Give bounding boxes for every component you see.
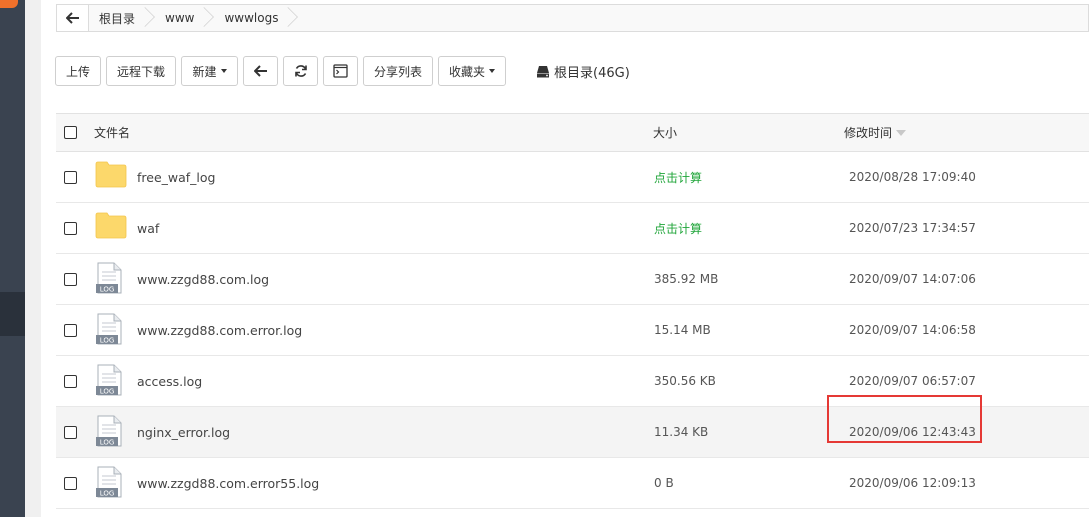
- breadcrumb-item-www[interactable]: www: [151, 5, 215, 31]
- refresh-icon: [294, 65, 307, 77]
- favorites-button-label: 收藏夹: [448, 64, 485, 79]
- header-filename[interactable]: 文件名: [94, 124, 130, 141]
- header-size[interactable]: 大小: [653, 124, 677, 141]
- favorites-dropdown-button[interactable]: 收藏夹: [438, 56, 506, 86]
- notification-badge[interactable]: [0, 0, 18, 8]
- disk-info-label: 根目录(46G): [554, 65, 630, 81]
- table-row[interactable]: waf 点击计算 2020/07/23 17:34:57: [56, 203, 1089, 254]
- file-size: 15.14 MB: [654, 323, 711, 337]
- breadcrumb-label: wwwlogs: [224, 11, 279, 25]
- breadcrumb: 根目录 www wwwlogs: [56, 4, 1089, 32]
- log-icon-label: LOG: [100, 490, 115, 498]
- log-file-icon: LOG: [96, 262, 122, 294]
- share-list-button[interactable]: 分享列表: [363, 56, 433, 86]
- log-file-icon: LOG: [96, 415, 122, 447]
- back-button[interactable]: [243, 56, 278, 86]
- log-icon-label: LOG: [100, 439, 115, 447]
- share-list-button-label: 分享列表: [373, 64, 422, 79]
- remote-download-button-label: 远程下载: [116, 64, 165, 79]
- breadcrumb-label: 根目录: [99, 11, 136, 26]
- row-checkbox[interactable]: [64, 323, 77, 337]
- left-sidebar: [0, 0, 25, 517]
- log-file-icon: LOG: [96, 364, 122, 396]
- caret-down-icon: [489, 69, 495, 73]
- table-row[interactable]: LOG www.zzgd88.com.error55.log 0 B 2020/…: [56, 458, 1089, 509]
- file-name[interactable]: nginx_error.log: [137, 425, 230, 440]
- log-icon-label: LOG: [100, 337, 115, 345]
- terminal-button[interactable]: [323, 56, 358, 86]
- new-button-label: 新建: [192, 64, 217, 79]
- table-header: 文件名 大小 修改时间: [56, 114, 1089, 152]
- modified-time: 2020/09/07 14:07:06: [849, 272, 976, 286]
- toolbar: 上传 远程下载 新建 分享列表 收藏夹 根目录(46G): [55, 56, 630, 86]
- file-name[interactable]: free_waf_log: [137, 170, 216, 185]
- calc-size-link[interactable]: 点击计算: [654, 169, 702, 186]
- terminal-icon: [333, 64, 348, 78]
- caret-down-icon: [220, 69, 227, 73]
- file-size: 0 B: [654, 476, 674, 490]
- calc-size-link[interactable]: 点击计算: [654, 220, 702, 237]
- remote-download-button[interactable]: 远程下载: [106, 56, 176, 86]
- highlight-annotation-box: [827, 395, 982, 443]
- log-file-icon: LOG: [96, 466, 122, 498]
- disk-info[interactable]: 根目录(46G): [536, 62, 630, 81]
- file-size: 385.92 MB: [654, 272, 719, 286]
- sidebar-active-item[interactable]: [0, 292, 25, 336]
- file-name[interactable]: www.zzgd88.com.error.log: [137, 323, 302, 338]
- upload-button[interactable]: 上传: [55, 56, 101, 86]
- arrow-left-icon: [65, 12, 79, 24]
- log-file-icon: LOG: [96, 313, 122, 345]
- file-size: 11.34 KB: [654, 425, 709, 439]
- breadcrumb-back-button[interactable]: [57, 5, 89, 31]
- breadcrumb-item-root[interactable]: 根目录: [89, 5, 155, 31]
- folder-icon: [95, 212, 127, 239]
- table-row[interactable]: LOG www.zzgd88.com.log 385.92 MB 2020/09…: [56, 254, 1089, 305]
- row-checkbox[interactable]: [64, 221, 77, 235]
- hard-drive-icon: [537, 65, 549, 77]
- row-checkbox[interactable]: [64, 272, 77, 286]
- upload-button-label: 上传: [65, 64, 90, 79]
- log-icon-label: LOG: [100, 286, 115, 294]
- row-checkbox[interactable]: [64, 374, 77, 388]
- modified-time: 2020/09/07 06:57:07: [849, 374, 976, 388]
- sort-caret-icon: [896, 129, 907, 136]
- folder-icon: [95, 161, 127, 188]
- table-row[interactable]: LOG www.zzgd88.com.error.log 15.14 MB 20…: [56, 305, 1089, 356]
- modified-time: 2020/09/06 12:09:13: [849, 476, 976, 490]
- file-name[interactable]: www.zzgd88.com.log: [137, 272, 269, 287]
- modified-time: 2020/07/23 17:34:57: [849, 221, 976, 235]
- new-dropdown-button[interactable]: 新建: [181, 56, 238, 86]
- file-name[interactable]: www.zzgd88.com.error55.log: [137, 476, 319, 491]
- modified-time: 2020/09/07 14:06:58: [849, 323, 976, 337]
- arrow-left-icon: [253, 65, 267, 77]
- header-modified-label: 修改时间: [844, 126, 893, 140]
- table-row[interactable]: free_waf_log 点击计算 2020/08/28 17:09:40: [56, 152, 1089, 203]
- file-table: 文件名 大小 修改时间 free_waf_log 点击计算 2020/08/28…: [56, 113, 1089, 509]
- breadcrumb-label: www: [165, 11, 195, 25]
- file-name[interactable]: waf: [137, 221, 159, 236]
- row-checkbox[interactable]: [64, 425, 77, 439]
- breadcrumb-item-wwwlogs[interactable]: wwwlogs: [210, 5, 299, 31]
- file-name[interactable]: access.log: [137, 374, 202, 389]
- row-checkbox[interactable]: [64, 476, 77, 490]
- refresh-button[interactable]: [283, 56, 318, 86]
- row-checkbox[interactable]: [64, 170, 77, 184]
- file-size: 350.56 KB: [654, 374, 716, 388]
- select-all-checkbox[interactable]: [64, 126, 77, 139]
- modified-time: 2020/08/28 17:09:40: [849, 170, 976, 184]
- header-modified[interactable]: 修改时间: [844, 124, 907, 141]
- log-icon-label: LOG: [100, 388, 115, 396]
- breadcrumb-separator: [278, 7, 299, 27]
